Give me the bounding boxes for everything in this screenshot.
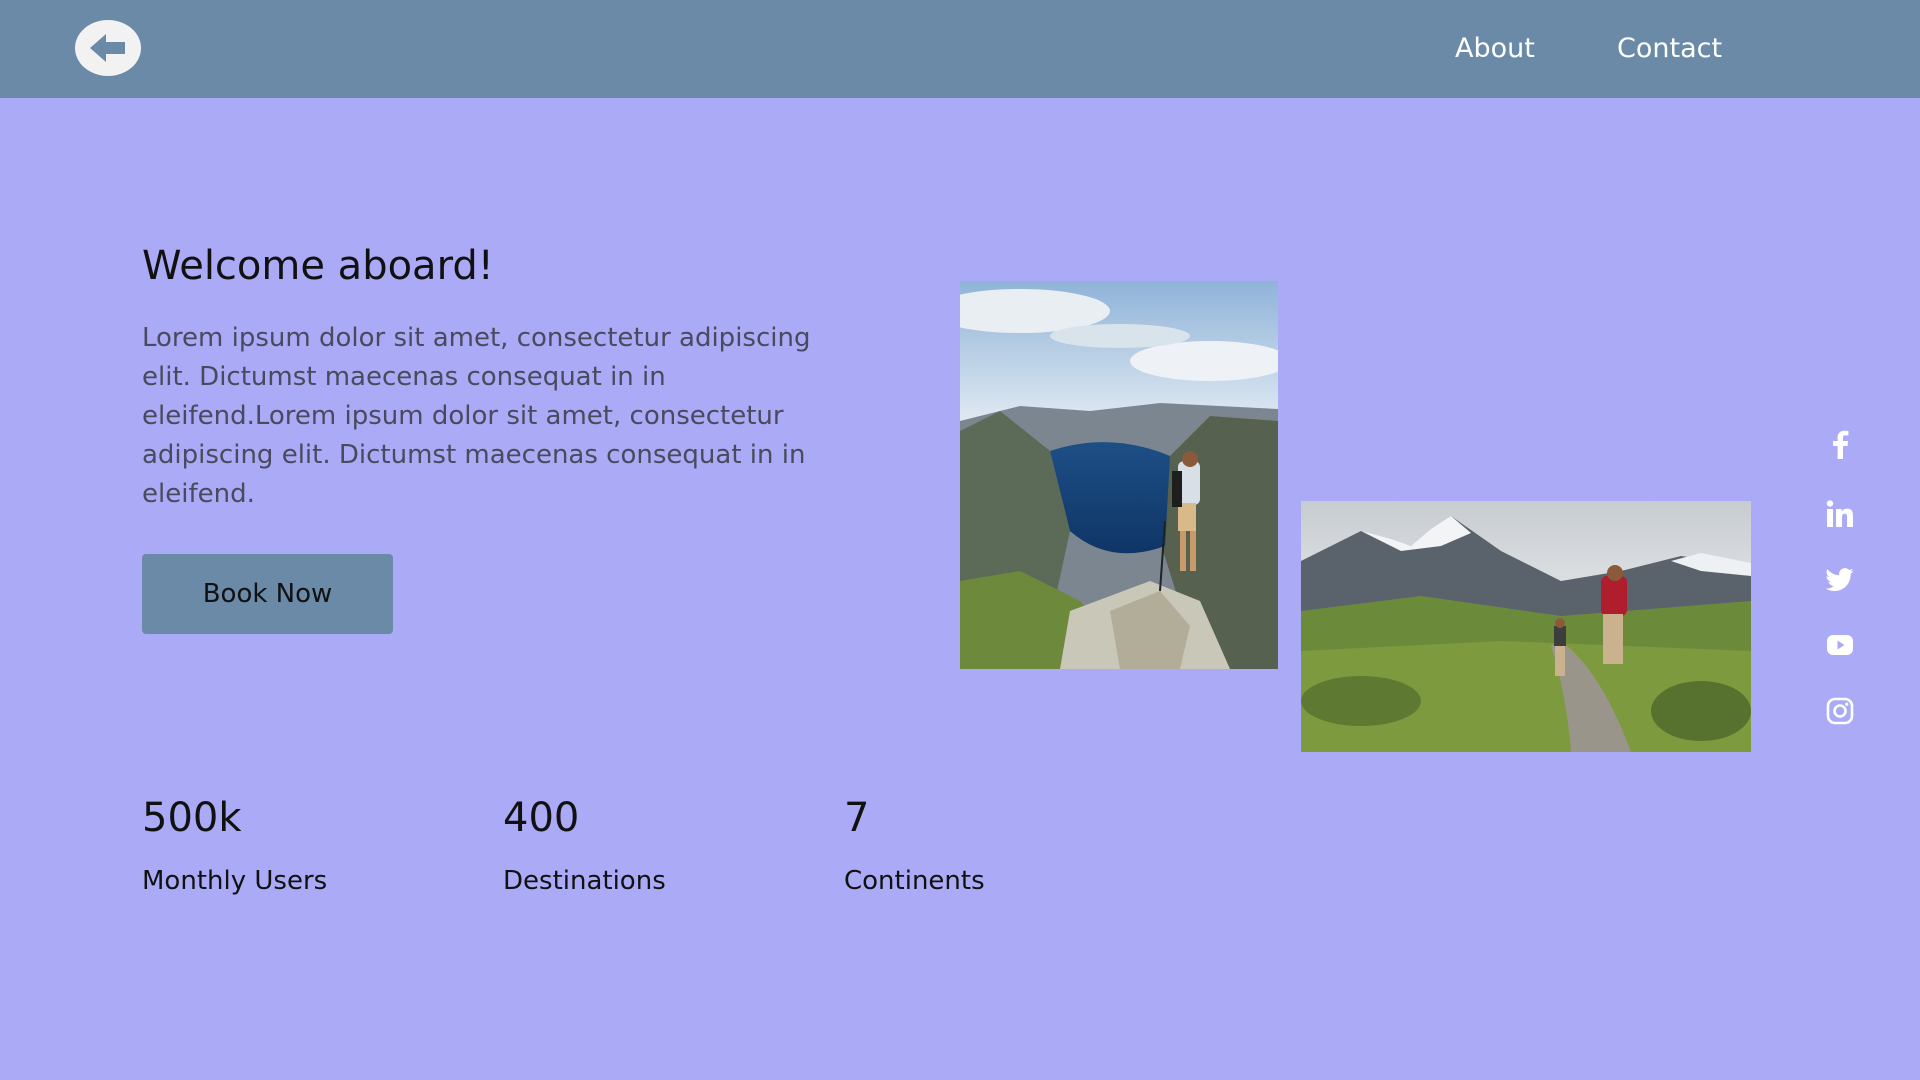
fjord-hiker-photo [960, 281, 1278, 669]
nav-contact-link[interactable]: Contact [1617, 30, 1722, 68]
stat-destinations-value: 400 [503, 795, 580, 841]
facebook-link[interactable] [1820, 424, 1860, 464]
nav-about-link[interactable]: About [1455, 30, 1535, 68]
page: About Contact Welcome aboard! Lorem ipsu… [0, 0, 1920, 1080]
stat-continents-value: 7 [844, 795, 870, 841]
stat-continents-label: Continents [844, 866, 985, 896]
hero-description: Lorem ipsum dolor sit amet, consectetur … [142, 323, 811, 509]
trail-hikers-photo [1301, 501, 1751, 752]
twitter-link[interactable] [1820, 560, 1860, 600]
header-bar: About Contact [0, 0, 1920, 98]
book-now-button[interactable]: Book Now [142, 554, 393, 634]
twitter-icon [1826, 568, 1854, 591]
linkedin-link[interactable] [1820, 494, 1860, 534]
back-button[interactable] [75, 20, 141, 76]
youtube-link[interactable] [1820, 625, 1860, 665]
instagram-link[interactable] [1820, 691, 1860, 731]
hero-title: Welcome aboard! [142, 243, 494, 289]
youtube-icon [1827, 635, 1853, 655]
instagram-icon [1826, 697, 1854, 725]
arrow-left-icon [90, 34, 125, 62]
stat-destinations-label: Destinations [503, 866, 666, 896]
stat-monthly-users-value: 500k [142, 795, 242, 841]
stat-monthly-users-label: Monthly Users [142, 866, 328, 896]
linkedin-icon [1826, 500, 1853, 527]
facebook-icon [1833, 430, 1849, 459]
